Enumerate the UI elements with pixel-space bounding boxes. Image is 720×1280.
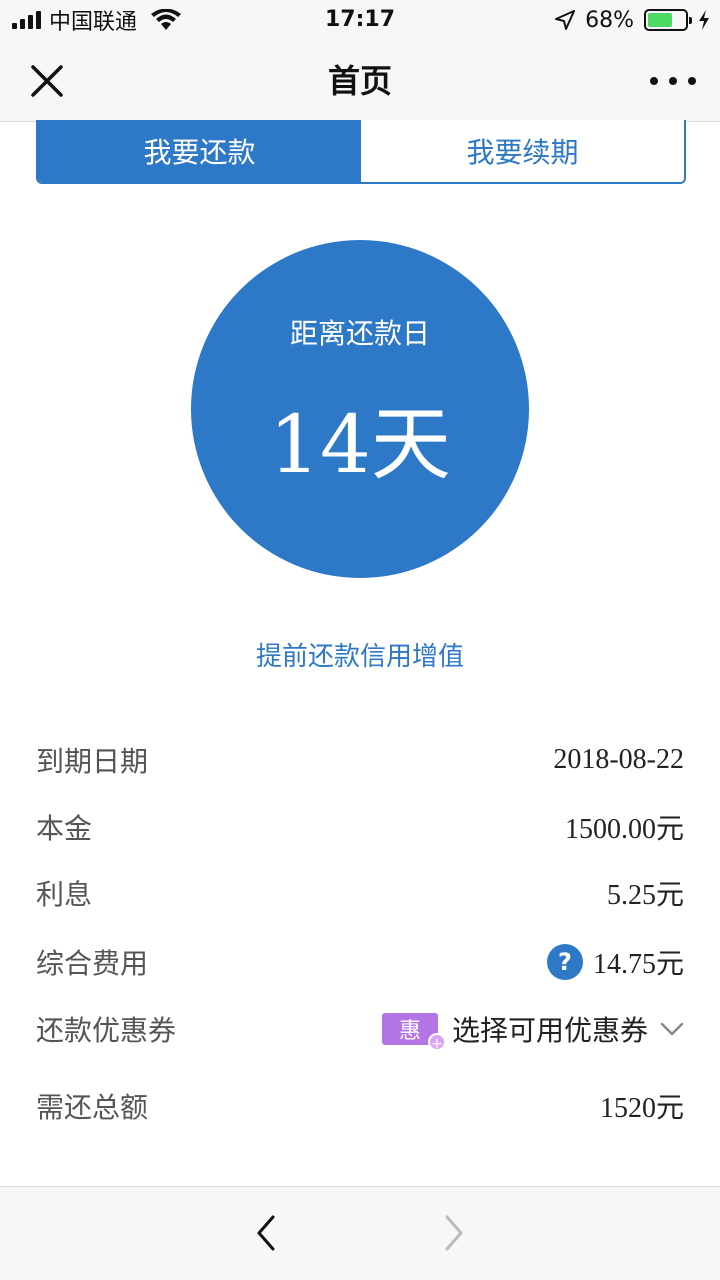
- detail-row-principal: 本金 1500.00元: [36, 802, 684, 852]
- chevron-right-icon: [445, 1215, 463, 1251]
- due-date-label: 到期日期: [36, 745, 149, 778]
- tab-repay[interactable]: 我要还款: [38, 120, 361, 182]
- chevron-down-icon: [660, 1022, 684, 1036]
- tab-renew[interactable]: 我要续期: [361, 120, 684, 182]
- detail-row-fees: 综合费用 ? 14.75元: [36, 937, 684, 987]
- detail-row-interest: 利息 5.25元: [36, 868, 684, 918]
- prepay-link[interactable]: 提前还款信用增值: [0, 636, 720, 673]
- fees-label: 综合费用: [36, 947, 149, 980]
- countdown-label: 距离还款日: [289, 317, 430, 350]
- fees-value-group: ? 14.75元: [546, 942, 684, 982]
- fees-value: 14.75元: [592, 949, 684, 980]
- countdown-circle: 距离还款日 14天: [191, 240, 529, 578]
- principal-value: 1500.00元: [564, 814, 684, 845]
- detail-row-due-date: 到期日期 2018-08-22: [36, 735, 684, 785]
- due-date-value: 2018-08-22: [553, 744, 684, 775]
- more-icon: [650, 77, 658, 85]
- detail-row-total: 需还总额 1520元: [36, 1081, 684, 1131]
- total-label: 需还总额: [36, 1091, 149, 1124]
- coupon-select[interactable]: 惠 + 选择可用优惠券: [381, 1009, 684, 1052]
- bottom-toolbar: [0, 1186, 720, 1280]
- coupon-badge-icon: 惠 +: [381, 1013, 446, 1052]
- countdown-value: 14天: [269, 398, 451, 491]
- more-button[interactable]: [650, 70, 696, 92]
- page-title: 首页: [327, 62, 392, 100]
- battery-icon: [644, 9, 692, 31]
- help-icon[interactable]: ?: [546, 944, 583, 980]
- coupon-plus-icon: +: [427, 1033, 446, 1052]
- battery-fill: [648, 13, 673, 27]
- chevron-left-icon: [257, 1215, 275, 1251]
- nav-bar: 首页: [0, 40, 720, 122]
- coupon-badge-text: 惠: [398, 1019, 421, 1044]
- status-bar: 中国联通 17:17 68%: [0, 0, 720, 40]
- coupon-label: 还款优惠券: [36, 1014, 177, 1047]
- total-value: 1520元: [599, 1093, 684, 1124]
- detail-row-coupon: 还款优惠券 惠 + 选择可用优惠券: [36, 1004, 684, 1054]
- back-button[interactable]: [246, 1213, 286, 1253]
- tab-bar: 我要还款 我要续期: [36, 120, 686, 184]
- forward-button[interactable]: [434, 1213, 474, 1253]
- coupon-select-text: 选择可用优惠券: [451, 1014, 648, 1047]
- battery-percent: 68%: [585, 7, 634, 33]
- interest-label: 利息: [36, 878, 93, 911]
- location-arrow-icon: [555, 10, 576, 30]
- charging-icon: [699, 10, 709, 30]
- principal-label: 本金: [36, 812, 93, 845]
- status-right: 68%: [555, 6, 710, 34]
- interest-value: 5.25元: [606, 880, 684, 911]
